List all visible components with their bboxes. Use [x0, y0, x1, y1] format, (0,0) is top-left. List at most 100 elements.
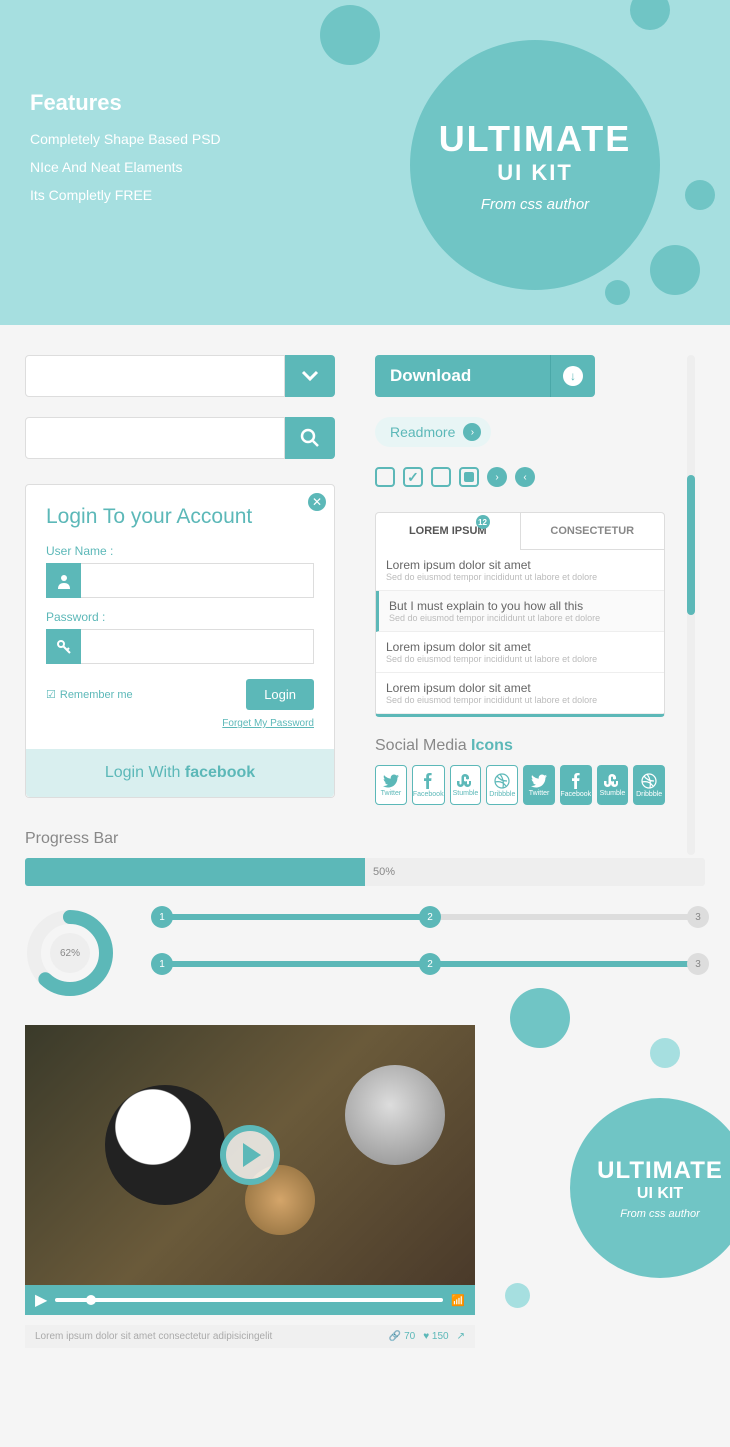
- login-title: Login To your Account: [46, 505, 314, 529]
- download-button[interactable]: Download ↓: [375, 355, 595, 397]
- slider-segment: [169, 914, 423, 920]
- remember-checkbox[interactable]: ☑Remember me: [46, 688, 133, 701]
- check-icon: ☑: [46, 688, 56, 701]
- progress-value: 50%: [365, 858, 705, 886]
- username-label: User Name :: [46, 544, 314, 558]
- chevron-right-icon: ›: [495, 472, 498, 483]
- scrollbar-thumb[interactable]: [687, 475, 695, 615]
- slider-segment: [437, 961, 691, 967]
- volume-icon[interactable]: 📶: [451, 1294, 465, 1307]
- twitter-button[interactable]: Twitter: [375, 765, 407, 805]
- stumble-icon: [457, 774, 473, 788]
- decoration-circle: [605, 280, 630, 305]
- twitter-icon: [531, 774, 547, 788]
- download-label: Download: [375, 366, 550, 386]
- facebook-button[interactable]: Facebook: [412, 765, 445, 805]
- stumble-icon: [604, 774, 620, 788]
- checkbox-empty[interactable]: [375, 467, 395, 487]
- tab-badge: 12: [476, 515, 490, 529]
- share-icon[interactable]: ↗: [457, 1331, 465, 1342]
- download-icon-wrap: ↓: [550, 355, 595, 397]
- video-thumbnail-character: [105, 1085, 225, 1205]
- password-input[interactable]: [81, 629, 314, 664]
- likes-count[interactable]: ♥ 150: [423, 1331, 448, 1342]
- slider-step[interactable]: 1: [151, 906, 173, 928]
- stumble-button[interactable]: Stumble: [450, 765, 482, 805]
- forgot-password-link[interactable]: Forget My Password: [46, 718, 314, 729]
- slider-step[interactable]: 3: [687, 953, 709, 975]
- video-player[interactable]: [25, 1025, 475, 1285]
- list-item[interactable]: Lorem ipsum dolor sit ametSed do eiusmod…: [376, 673, 664, 714]
- tab-consectetur[interactable]: CONSECTETUR: [521, 513, 665, 550]
- tabs-panel: LOREM IPSUM12 CONSECTETUR Lorem ipsum do…: [375, 512, 665, 717]
- sliders: 1 2 3 1 2 3: [155, 906, 705, 1000]
- progress-fill: [25, 858, 365, 886]
- play-small-button[interactable]: ▶: [35, 1290, 47, 1310]
- next-button[interactable]: ›: [487, 467, 507, 487]
- chevron-down-icon: [301, 370, 319, 382]
- header: Features Completely Shape Based PSD NIce…: [0, 0, 730, 325]
- facebook-icon: [424, 773, 432, 789]
- video-seek-track[interactable]: [55, 1298, 443, 1302]
- slider-segment: [169, 961, 423, 967]
- play-icon: [243, 1143, 261, 1167]
- video-controls: ▶ 📶: [25, 1285, 475, 1315]
- download-icon: ↓: [563, 366, 583, 386]
- key-icon: [46, 629, 81, 664]
- dropdown-toggle-button[interactable]: [285, 355, 335, 397]
- main-content: ✕ Login To your Account User Name : Pass…: [0, 325, 730, 1378]
- list-item[interactable]: Lorem ipsum dolor sit ametSed do eiusmod…: [376, 550, 664, 591]
- decoration-circle: [505, 1283, 530, 1308]
- search-icon: [300, 428, 320, 448]
- slider-segment: [437, 914, 691, 920]
- links-count[interactable]: 🔗 70: [389, 1331, 415, 1342]
- play-button[interactable]: [220, 1125, 280, 1185]
- username-input[interactable]: [81, 563, 314, 598]
- decoration-circle: [630, 0, 670, 30]
- slider-step[interactable]: 3: [687, 906, 709, 928]
- prev-button[interactable]: ‹: [515, 467, 535, 487]
- video-seek-handle[interactable]: [86, 1295, 96, 1305]
- facebook-icon: [572, 773, 580, 789]
- scrollbar-track[interactable]: [687, 355, 695, 855]
- brand-subtitle: UI KIT: [637, 1185, 683, 1203]
- facebook-button[interactable]: Facebook: [560, 765, 592, 805]
- brand-tagline: From css author: [481, 196, 589, 213]
- chevron-left-icon: ‹: [523, 472, 526, 483]
- checkbox-checked[interactable]: ✓: [403, 467, 423, 487]
- list-item[interactable]: But I must explain to you how all thisSe…: [376, 591, 664, 632]
- twitter-button[interactable]: Twitter: [523, 765, 555, 805]
- checkbox-indeterminate[interactable]: [459, 467, 479, 487]
- readmore-label: Readmore: [390, 424, 455, 440]
- search-input[interactable]: [25, 417, 285, 459]
- tab-lorem[interactable]: LOREM IPSUM12: [376, 513, 521, 550]
- slider[interactable]: 1 2 3: [155, 953, 705, 975]
- dribbble-icon: [494, 773, 510, 789]
- slider-step[interactable]: 1: [151, 953, 173, 975]
- square-icon: [464, 472, 474, 482]
- brand-title: ULTIMATE: [597, 1157, 723, 1185]
- login-button[interactable]: Login: [246, 679, 314, 710]
- check-icon: ✓: [407, 469, 419, 486]
- decoration-circle: [650, 1038, 680, 1068]
- checkbox-empty[interactable]: [431, 467, 451, 487]
- dribbble-button[interactable]: Dribbble: [486, 765, 518, 805]
- slider-step[interactable]: 2: [419, 953, 441, 975]
- donut-gauge: 62%: [25, 908, 115, 998]
- arrow-right-icon: ›: [463, 423, 481, 441]
- dribbble-icon: [641, 773, 657, 789]
- readmore-button[interactable]: Readmore ›: [375, 417, 491, 447]
- stumble-button[interactable]: Stumble: [597, 765, 629, 805]
- facebook-login-button[interactable]: Login With facebook: [26, 749, 334, 797]
- progress-title: Progress Bar: [25, 830, 705, 848]
- dropdown[interactable]: [25, 355, 335, 397]
- close-button[interactable]: ✕: [308, 493, 326, 511]
- list-item[interactable]: Lorem ipsum dolor sit ametSed do eiusmod…: [376, 632, 664, 673]
- dribbble-button[interactable]: Dribbble: [633, 765, 665, 805]
- dropdown-input[interactable]: [25, 355, 285, 397]
- play-icon: ▶: [35, 1292, 47, 1309]
- slider-step[interactable]: 2: [419, 906, 441, 928]
- search-button[interactable]: [285, 417, 335, 459]
- slider[interactable]: 1 2 3: [155, 906, 705, 928]
- video-thumbnail-character: [345, 1065, 445, 1165]
